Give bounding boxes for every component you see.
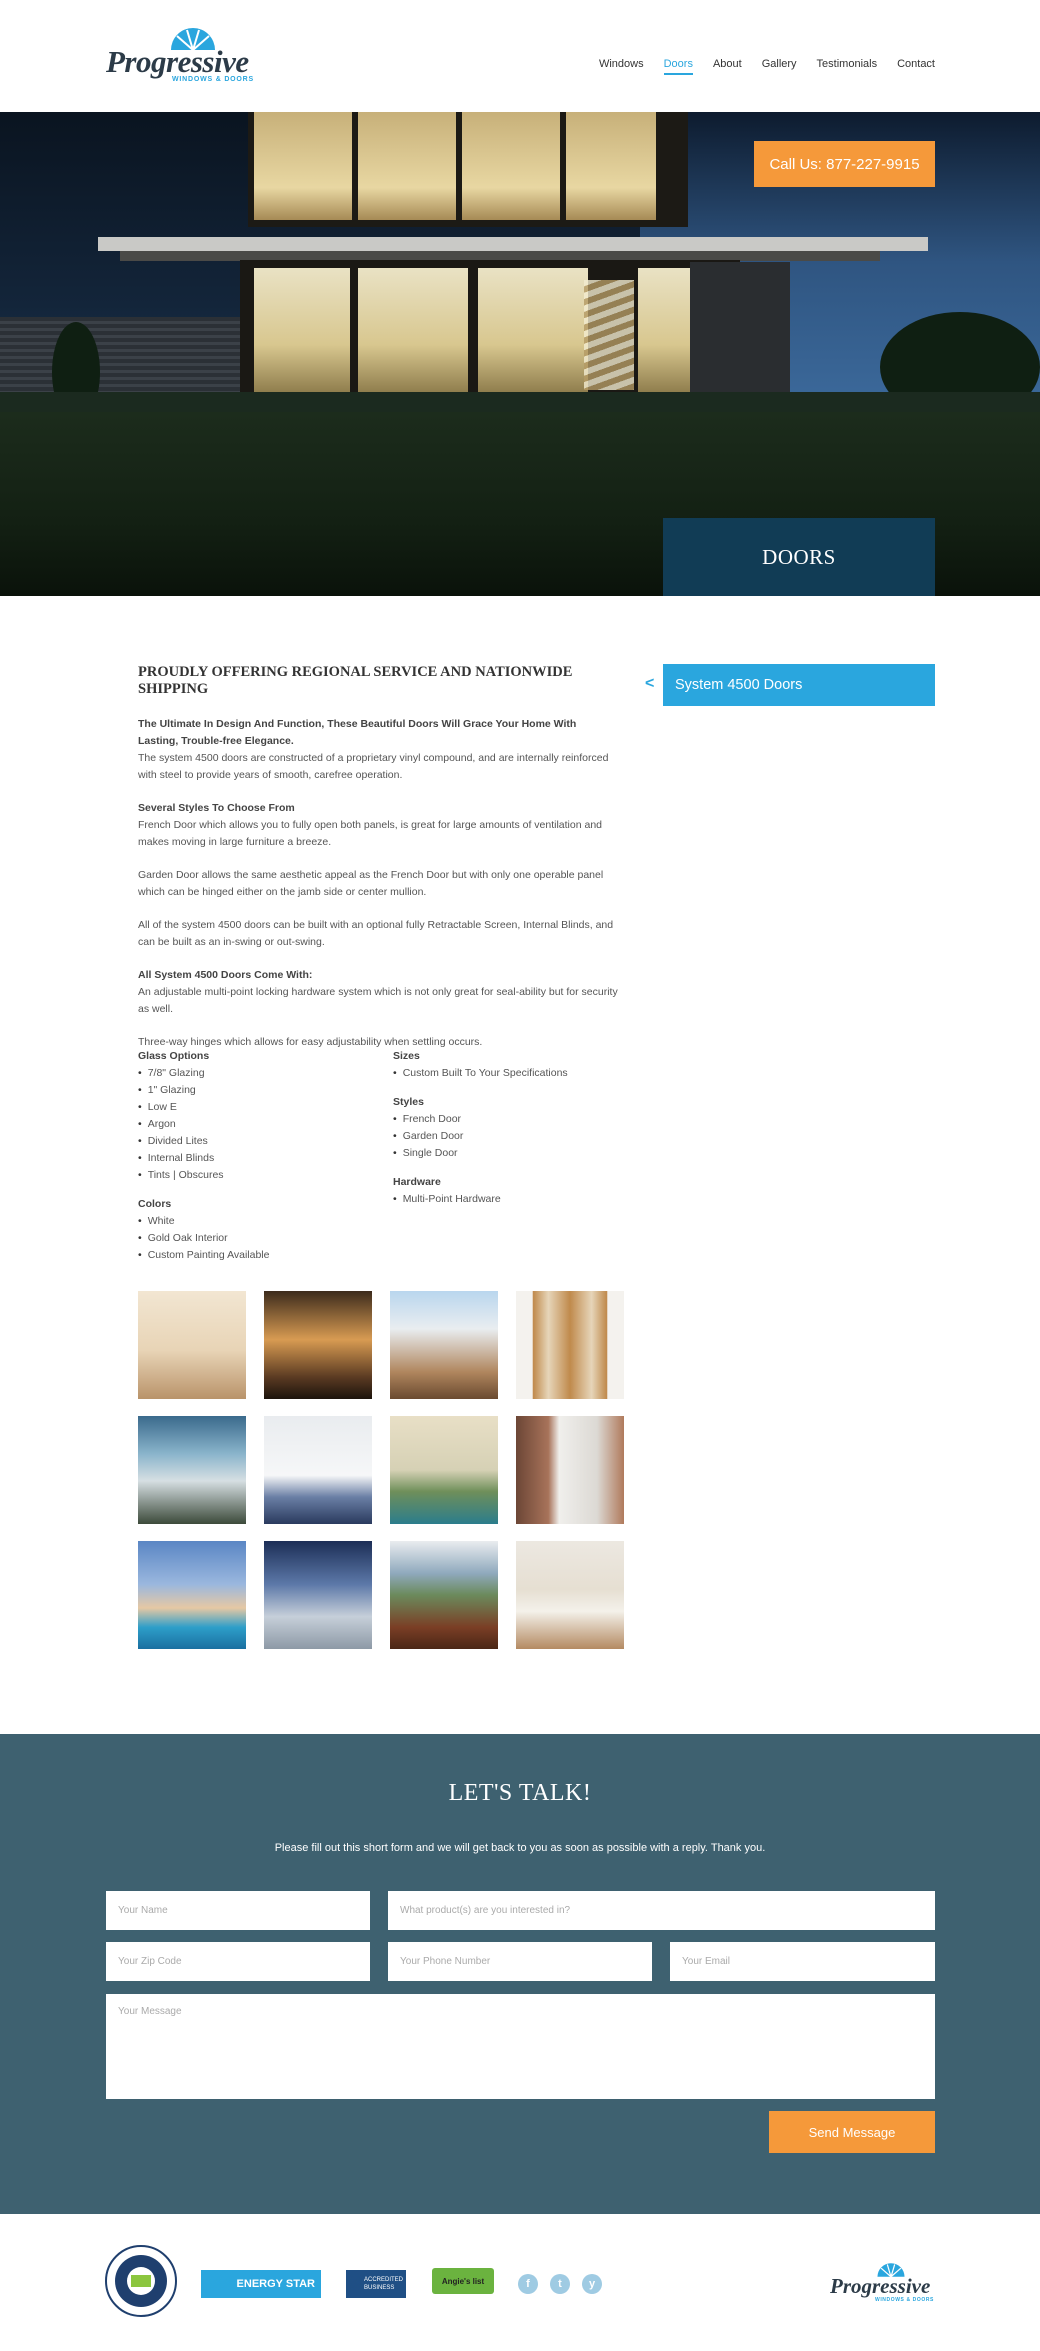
list-item: Internal Blinds [148,1150,378,1167]
colors-heading: Colors [138,1198,172,1210]
message-field[interactable] [106,1994,935,2099]
site-footer: ENERGY STAR ACCREDITED BUSINESS Angie's l… [0,2214,1040,2351]
list-item: Tints | Obscures [148,1167,378,1184]
footer-logo[interactable]: Progressive WINDOWS & DOORS [830,2262,940,2306]
list-item: French Door [403,1111,633,1128]
yelp-icon[interactable]: y [582,2274,602,2294]
main-nav: Windows Doors About Gallery Testimonials… [599,58,935,75]
list-item: Custom Built To Your Specifications [403,1065,633,1082]
list-item: Argon [148,1116,378,1133]
hardware-heading: Hardware [393,1176,441,1188]
nav-windows[interactable]: Windows [599,58,644,75]
logo-subtext: WINDOWS & DOORS [172,76,254,83]
call-us-button[interactable]: Call Us: 877-227-9915 [754,141,935,187]
styles-heading: Several Styles To Choose From [138,802,295,814]
sizes-list: Custom Built To Your Specifications [393,1065,633,1082]
hardware-list: Multi-Point Hardware [393,1191,633,1208]
list-item: Low E [148,1099,378,1116]
gallery-thumbnail[interactable] [138,1541,246,1649]
options-text: All of the system 4500 doors can be buil… [138,919,614,948]
page-title-banner: DOORS [663,518,935,596]
intro-bold: The Ultimate In Design And Function, The… [138,718,577,747]
list-item: 7/8" Glazing [148,1065,378,1082]
main-content: PROUDLY OFFERING REGIONAL SERVICE AND NA… [138,664,618,1067]
nav-doors[interactable]: Doors [663,58,693,75]
list-item: White [148,1213,378,1230]
hardware-text: An adjustable multi-point locking hardwa… [138,986,618,1015]
angies-list-badge: Angie's list [432,2268,494,2294]
energy-star-badge: ENERGY STAR [201,2270,321,2298]
nav-contact[interactable]: Contact [897,58,935,75]
phone-field[interactable] [388,1942,652,1981]
zip-code-field[interactable] [106,1942,370,1981]
sizes-heading: Sizes [393,1050,420,1062]
content-heading: PROUDLY OFFERING REGIONAL SERVICE AND NA… [138,664,573,697]
list-item: Single Door [403,1145,633,1162]
gallery-thumbnail[interactable] [516,1541,624,1649]
chevron-left-icon[interactable]: < [645,675,654,693]
contact-subtitle: Please fill out this short form and we w… [274,1842,766,1854]
facebook-icon[interactable]: f [518,2274,538,2294]
gallery-thumbnail[interactable] [138,1416,246,1524]
list-item: Gold Oak Interior [148,1230,378,1247]
logo-text: Progressive [106,44,249,79]
contact-heading: LET'S TALK! [448,1780,592,1806]
contact-section: LET'S TALK! Please fill out this short f… [0,1734,1040,2214]
gallery-thumbnail[interactable] [264,1291,372,1399]
colors-list: White Gold Oak Interior Custom Painting … [138,1213,378,1264]
glass-options-list: 7/8" Glazing 1" Glazing Low E Argon Divi… [138,1065,378,1184]
nav-about[interactable]: About [713,58,742,75]
nav-testimonials[interactable]: Testimonials [817,58,878,75]
list-item: 1" Glazing [148,1082,378,1099]
list-item: Garden Door [403,1128,633,1145]
garden-door-text: Garden Door allows the same aesthetic ap… [138,869,604,898]
styles-list-heading: Styles [393,1096,424,1108]
association-seal-icon [105,2245,177,2317]
twitter-icon[interactable]: t [550,2274,570,2294]
gallery-thumbnail[interactable] [264,1416,372,1524]
gallery-thumbnail[interactable] [138,1291,246,1399]
site-header: Progressive WINDOWS & DOORS Windows Door… [0,0,1040,112]
gallery-thumbnail[interactable] [516,1416,624,1524]
intro-text: The system 4500 doors are constructed of… [138,752,609,781]
email-field[interactable] [670,1942,935,1981]
name-field[interactable] [106,1891,370,1930]
list-item: Multi-Point Hardware [403,1191,633,1208]
gallery-thumbnail[interactable] [390,1291,498,1399]
nav-gallery[interactable]: Gallery [762,58,797,75]
styles-list: French Door Garden Door Single Door [393,1111,633,1162]
gallery-thumbnail[interactable] [264,1541,372,1649]
gallery-thumbnail[interactable] [390,1416,498,1524]
sidebar-item-system-4500-doors[interactable]: System 4500 Doors [663,664,935,706]
send-message-button[interactable]: Send Message [769,2111,935,2153]
glass-options-heading: Glass Options [138,1050,210,1062]
product-interest-field[interactable] [388,1891,935,1930]
bbb-accredited-badge: ACCREDITED BUSINESS [346,2270,406,2298]
features-heading: All System 4500 Doors Come With: [138,969,313,981]
site-logo[interactable]: Progressive WINDOWS & DOORS [106,26,256,86]
french-door-text: French Door which allows you to fully op… [138,819,603,848]
list-item: Divided Lites [148,1133,378,1150]
list-item: Custom Painting Available [148,1247,378,1264]
gallery-thumbnail[interactable] [390,1541,498,1649]
gallery-thumbnail[interactable] [516,1291,624,1399]
